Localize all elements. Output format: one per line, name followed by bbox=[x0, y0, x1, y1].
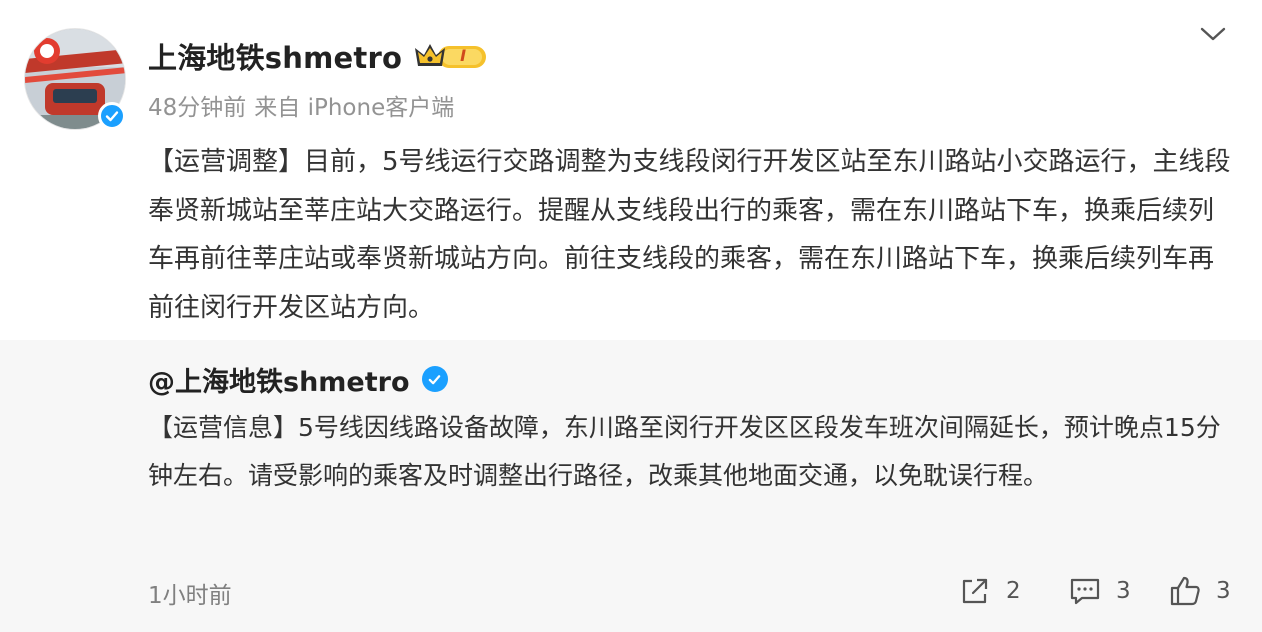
repost-footer: 1小时前 2 3 3 bbox=[0, 566, 1262, 622]
vip-level: I bbox=[460, 45, 467, 65]
post-meta: 48分钟前 来自 iPhone客户端 bbox=[148, 88, 454, 122]
post-author: 上海地铁shmetro I bbox=[148, 36, 496, 76]
thumbs-up-icon bbox=[1170, 576, 1200, 606]
chevron-down-icon[interactable] bbox=[1198, 22, 1228, 46]
comment-button[interactable]: 3 bbox=[1068, 574, 1131, 608]
comment-count: 3 bbox=[1116, 578, 1131, 604]
like-count: 3 bbox=[1216, 578, 1231, 604]
avatar-container[interactable] bbox=[24, 28, 126, 130]
repost-time[interactable]: 1小时前 bbox=[148, 576, 232, 610]
share-count: 2 bbox=[1006, 578, 1021, 604]
post-content: 【运营调整】目前，5号线运行交路调整为支线段闵行开发区站至东川路站小交路运行，主… bbox=[148, 147, 1231, 323]
repost-content: 【运营信息】5号线因线路设备故障，东川路至闵行开发区区段发车班次间隔延长，预计晚… bbox=[148, 413, 1221, 490]
verified-check-icon bbox=[421, 366, 448, 392]
crown-icon[interactable]: I bbox=[412, 39, 496, 73]
post-time[interactable]: 48分钟前 bbox=[148, 88, 246, 122]
comment-icon bbox=[1070, 578, 1100, 605]
repost-author: @上海地铁shmetro bbox=[148, 360, 448, 399]
like-button[interactable]: 3 bbox=[1168, 574, 1231, 608]
author-name[interactable]: 上海地铁shmetro bbox=[148, 35, 402, 77]
post-source: 来自 iPhone客户端 bbox=[254, 95, 455, 121]
post-card: 上海地铁shmetro I 48分钟前 来自 iPhone客户端 【运营调整】目… bbox=[0, 0, 1262, 340]
verified-check-icon bbox=[98, 102, 126, 130]
repost-author-name[interactable]: @上海地铁shmetro bbox=[148, 360, 410, 399]
share-icon bbox=[962, 578, 988, 604]
share-button[interactable]: 2 bbox=[958, 574, 1021, 608]
